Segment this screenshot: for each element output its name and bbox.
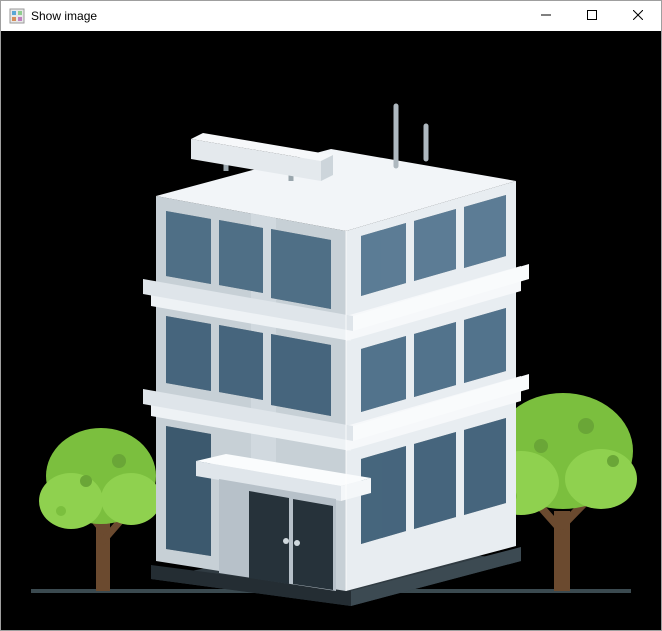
image-viewport [1, 31, 661, 630]
app-icon [9, 8, 25, 24]
maximize-icon [587, 9, 597, 23]
minimize-icon [541, 9, 551, 23]
displayed-image [1, 31, 661, 630]
window-title: Show image [31, 9, 97, 23]
close-button[interactable] [615, 1, 661, 31]
maximize-button[interactable] [569, 1, 615, 31]
application-window: Show image [0, 0, 662, 631]
minimize-button[interactable] [523, 1, 569, 31]
close-icon [633, 9, 643, 23]
titlebar: Show image [1, 1, 661, 31]
